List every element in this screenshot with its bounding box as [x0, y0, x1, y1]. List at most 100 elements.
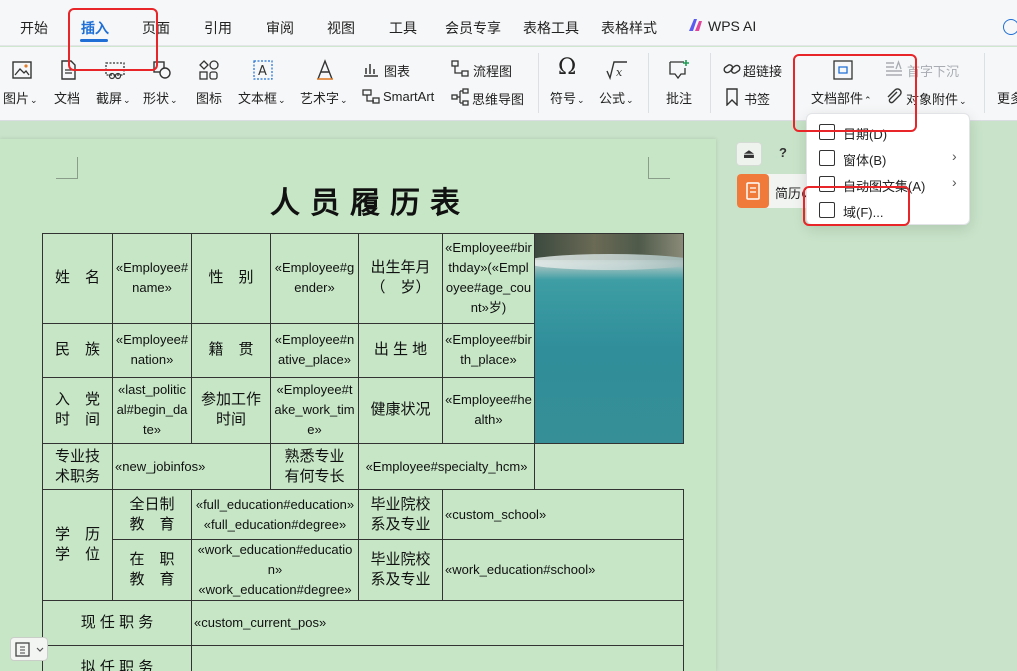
field-full-education[interactable]: «full_education#education» «full_educati…	[191, 489, 359, 540]
screenshot-label: 截屏	[96, 91, 123, 106]
wordart-label: 艺术字	[300, 91, 340, 106]
form-icon	[819, 150, 835, 166]
field-work-school[interactable]: «work_education#school»	[442, 539, 684, 601]
chart-icon	[364, 64, 378, 77]
symbol-label: 符号	[550, 91, 577, 106]
menu-item-autotext-label: 自动图文集(A)	[843, 179, 926, 194]
comment-label: 批注	[666, 91, 693, 106]
ribbon-separator	[710, 53, 711, 113]
field-current-pos[interactable]: «custom_current_pos»	[191, 600, 684, 646]
field-party-date[interactable]: «last_political#begin_date»	[112, 376, 192, 445]
menu-item-autotext[interactable]: 自动图文集(A) ›	[807, 171, 971, 197]
field-gender[interactable]: «Employee#gender»	[270, 233, 359, 324]
field-new-jobinfos[interactable]: «new_jobinfos»	[112, 443, 271, 490]
document-parts-button[interactable]: 文档部件⌃	[808, 55, 878, 115]
label-name: 姓 名	[42, 233, 113, 324]
tab-view[interactable]: 视图	[327, 18, 355, 38]
mindmap-button[interactable]: 思维导图	[451, 87, 531, 107]
field-name[interactable]: «Employee#name»	[112, 233, 192, 324]
margin-corner-mark	[56, 157, 78, 179]
menu-item-field[interactable]: 域(F)...	[807, 197, 971, 223]
chart-button[interactable]: 图表	[362, 59, 432, 79]
collapse-panel-button[interactable]: ⏏	[736, 142, 762, 166]
ribbon-separator	[648, 53, 649, 113]
textbox-icon: A	[253, 60, 273, 80]
resume-panel-card[interactable]: 简历の	[737, 174, 817, 208]
bookmark-button[interactable]: 书签	[723, 87, 789, 107]
menu-item-form[interactable]: 窗体(B) ›	[807, 145, 971, 171]
tab-home[interactable]: 开始	[20, 18, 48, 38]
svg-text:A: A	[258, 64, 267, 79]
ribbon-separator	[538, 53, 539, 113]
flowchart-icon	[451, 60, 469, 77]
label-work-time: 参加工作 时间	[191, 376, 271, 445]
smartart-label: SmartArt	[383, 89, 435, 104]
shape-button[interactable]: 形状⌄	[143, 55, 183, 115]
flowchart-label: 流程图	[473, 64, 513, 79]
field-nation[interactable]: «Employee#nation»	[112, 322, 192, 378]
wps-ai-logo-icon	[689, 19, 702, 31]
tab-insert[interactable]: 插入	[81, 18, 109, 38]
icon-library-button[interactable]: 图标	[195, 55, 227, 115]
label-party: 入 党 时 间	[42, 376, 113, 445]
label-health: 健康状况	[358, 376, 443, 445]
label-fulltime: 全日制 教 育	[112, 489, 192, 540]
tab-member[interactable]: 会员专享	[445, 18, 501, 38]
tab-references[interactable]: 引用	[204, 18, 232, 38]
tab-table-style[interactable]: 表格样式	[601, 18, 657, 38]
label-native: 籍 贯	[191, 322, 271, 378]
symbol-button[interactable]: Ω 符号⌄	[550, 55, 590, 115]
field-specialty[interactable]: «Employee#specialty_hcm»	[358, 443, 535, 490]
chevron-right-icon: ›	[952, 148, 957, 164]
more-button[interactable]: 更多	[997, 88, 1017, 108]
chevron-right-icon: ›	[952, 174, 957, 190]
field-custom-school[interactable]: «custom_school»	[442, 489, 684, 540]
tab-wps-ai[interactable]: WPS AI	[708, 18, 756, 34]
employee-photo	[535, 234, 683, 443]
field-birthday[interactable]: «Employee#birthday»(«Employee#age_count»…	[442, 233, 535, 324]
field-proposed-pos[interactable]	[191, 645, 684, 671]
share-icon[interactable]	[1003, 19, 1017, 35]
field-birth-place[interactable]: «Employee#birth_place»	[442, 322, 535, 378]
smartart-button[interactable]: SmartArt	[362, 87, 442, 107]
tab-page[interactable]: 页面	[142, 18, 170, 38]
tab-review[interactable]: 审阅	[266, 18, 294, 38]
margin-corner-mark	[648, 157, 670, 179]
label-proposed-pos: 拟 任 职 务	[42, 645, 192, 671]
empty-cell	[534, 443, 684, 490]
field-native-place[interactable]: «Employee#native_place»	[270, 322, 359, 378]
mindmap-label: 思维导图	[472, 92, 525, 107]
label-onjob: 在 职 教 育	[112, 539, 192, 601]
label-title-post: 专业技 术职务	[42, 443, 113, 490]
label-current-pos: 现 任 职 务	[42, 600, 192, 646]
comment-button[interactable]: 批注	[665, 55, 697, 115]
formula-icon: x	[606, 61, 627, 81]
photo-cell[interactable]	[534, 233, 684, 444]
drop-cap-button[interactable]: 首字下沉	[885, 59, 965, 79]
tab-table-tools[interactable]: 表格工具	[523, 18, 579, 38]
menu-item-date[interactable]: 日期(D)	[807, 119, 971, 145]
field-take-work-time[interactable]: «Employee#take_work_time»	[270, 376, 359, 445]
wordart-icon	[317, 59, 333, 80]
hyperlink-button[interactable]: 超链接	[723, 59, 789, 79]
label-school-1: 毕业院校 系及专业	[358, 489, 443, 540]
shape-label: 形状	[143, 91, 170, 106]
table-tool-button[interactable]	[10, 637, 48, 661]
wordart-button[interactable]: 艺术字⌄	[300, 55, 352, 115]
label-birth: 出生年月 （ 岁）	[358, 233, 443, 324]
attachment-button[interactable]: 对象附件⌄	[885, 87, 975, 107]
ribbon-tabs: 开始 插入 页面 引用 审阅 视图 工具 会员专享 表格工具 表格样式 WPS …	[0, 0, 1017, 46]
tab-tools[interactable]: 工具	[389, 18, 417, 38]
document-button[interactable]: 文档	[53, 55, 85, 115]
help-button[interactable]: ?	[770, 142, 796, 166]
flowchart-button[interactable]: 流程图	[451, 59, 521, 79]
formula-button[interactable]: x 公式⌄	[599, 55, 639, 115]
smartart-icon	[362, 89, 380, 104]
hyperlink-label: 超链接	[743, 64, 783, 79]
active-tab-indicator	[80, 39, 108, 42]
picture-button[interactable]: 图片⌄	[3, 55, 43, 115]
field-health[interactable]: «Employee#health»	[442, 376, 535, 445]
field-work-education[interactable]: «work_education#education» «work_educati…	[191, 539, 359, 601]
screenshot-button[interactable]: 截屏⌄	[96, 55, 136, 115]
textbox-button[interactable]: A 文本框⌄	[238, 55, 290, 115]
